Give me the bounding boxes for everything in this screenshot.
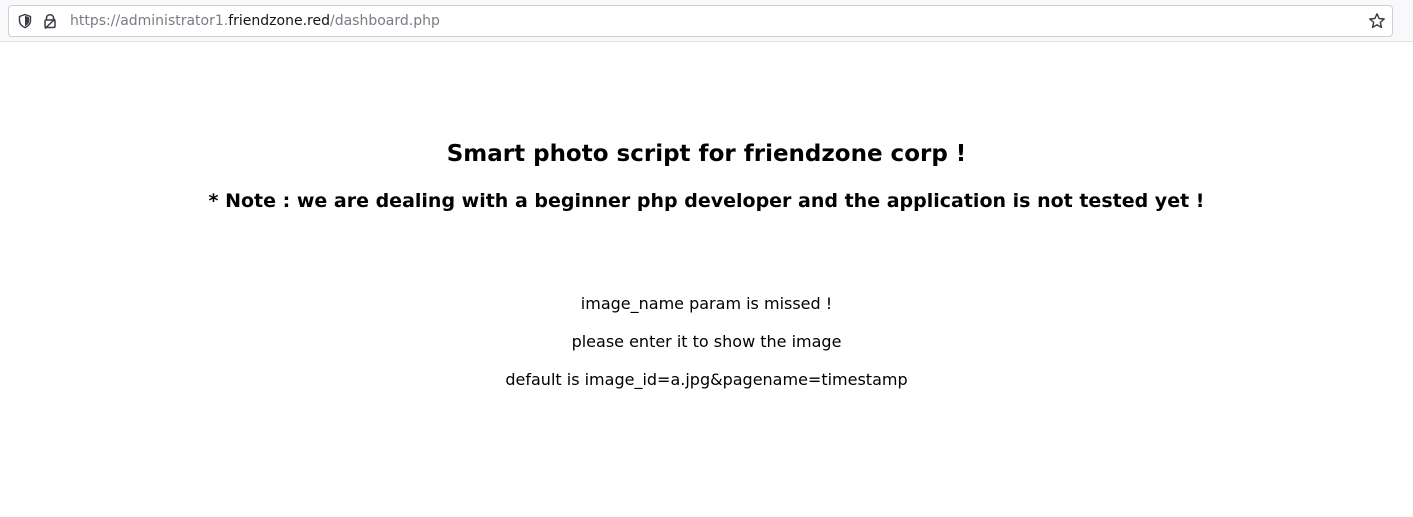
url-subdomain: administrator1. (120, 13, 229, 29)
url-host: friendzone.red (228, 13, 330, 29)
url-path: /dashboard.php (329, 13, 440, 29)
url-scheme: https:// (70, 13, 121, 29)
star-icon[interactable] (1368, 12, 1386, 30)
default-params-message: default is image_id=a.jpg&pagename=times… (505, 370, 908, 389)
shield-icon[interactable] (17, 13, 33, 29)
developer-note: * Note : we are dealing with a beginner … (208, 190, 1205, 212)
instruction-message: please enter it to show the image (571, 332, 842, 351)
page-title: Smart photo script for friendzone corp ! (446, 141, 967, 167)
lock-icon[interactable] (42, 13, 58, 30)
address-bar[interactable]: https://administrator1.friendzone.red/da… (8, 5, 1393, 37)
url-text[interactable]: https://administrator1.friendzone.red/da… (70, 13, 440, 29)
browser-toolbar: https://administrator1.friendzone.red/da… (0, 0, 1413, 42)
page-content: Smart photo script for friendzone corp !… (0, 42, 1413, 517)
error-message: image_name param is missed ! (580, 294, 833, 313)
